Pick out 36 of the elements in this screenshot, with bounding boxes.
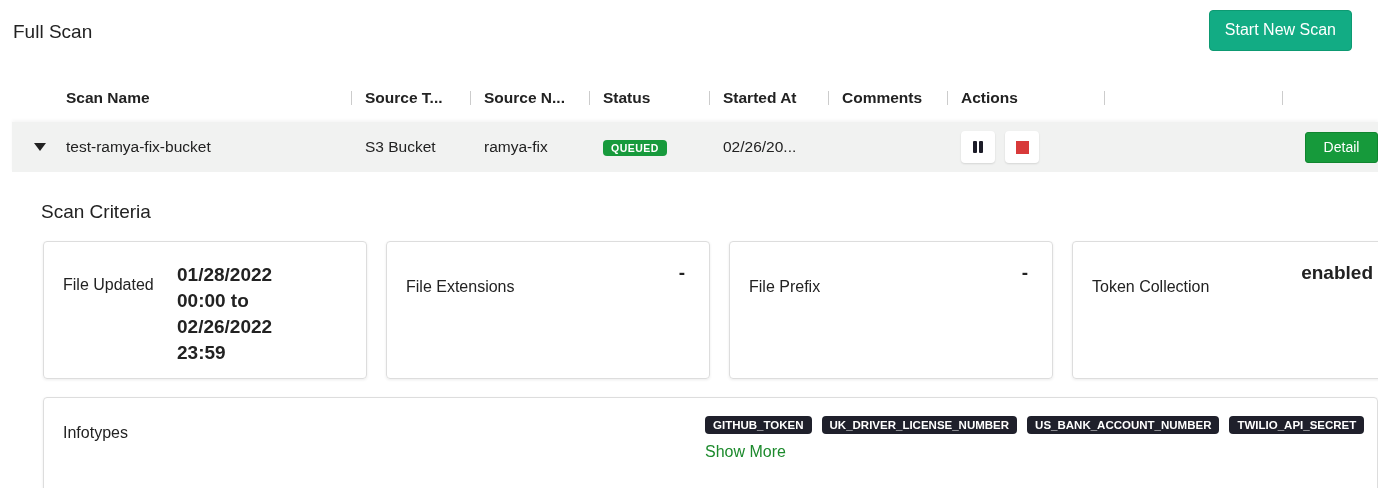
- column-header: Source T...: [365, 89, 443, 106]
- detail-button[interactable]: Detail: [1305, 131, 1378, 163]
- pause-button[interactable]: [961, 131, 995, 163]
- infotype-tag: TWILIO_API_SECRET: [1229, 416, 1365, 434]
- criteria-label: File Updated: [63, 275, 155, 295]
- table-cell-text: ramya-fix: [483, 138, 549, 156]
- criteria-label: File Prefix: [749, 278, 821, 296]
- pause-icon: [972, 141, 984, 153]
- column-header: Started At: [723, 89, 797, 106]
- infotypes-label: Infotypes: [63, 424, 129, 443]
- collapse-icon[interactable]: [34, 141, 46, 153]
- criteria-value: enabled: [1301, 262, 1373, 284]
- start-new-scan-button[interactable]: Start New Scan: [1208, 9, 1352, 51]
- column-header: Comments: [842, 89, 923, 106]
- criteria-value: -: [1021, 262, 1028, 284]
- table-cell-text: S3 Bucket: [364, 138, 437, 156]
- infotype-tag: US_BANK_ACCOUNT_NUMBER: [1027, 416, 1220, 434]
- stop-button[interactable]: [1005, 131, 1039, 163]
- table-cell: test-ramya-fix-bucket: [66, 138, 211, 156]
- criteria-label: Token Collection: [1092, 278, 1210, 296]
- criteria-label: File Extensions: [406, 278, 515, 296]
- table-cell-text: 02/26/20...: [722, 138, 798, 156]
- show-more-link[interactable]: Show More: [705, 443, 786, 461]
- criteria-value: -: [678, 262, 685, 284]
- criteria-value: 01/28/2022 00:00 to 02/26/2022 23:59: [177, 263, 274, 365]
- column-header: Scan Name: [66, 89, 150, 106]
- column-header: Status: [603, 89, 651, 106]
- table-row[interactable]: test-ramya-fix-bucket S3 Bucket ramya-fix QUEUED 02/26/20... Detail: [12, 122, 1378, 172]
- column-header: Actions: [961, 89, 1018, 106]
- infotype-tag: GITHUB_TOKEN: [705, 416, 812, 434]
- infotype-tag: UK_DRIVER_LICENSE_NUMBER: [821, 416, 1018, 434]
- page-title: Full Scan: [13, 20, 93, 43]
- column-header: Source N...: [484, 89, 565, 106]
- status-badge: QUEUED: [603, 140, 667, 156]
- stop-icon: [1015, 140, 1029, 154]
- section-title: Scan Criteria: [41, 201, 152, 224]
